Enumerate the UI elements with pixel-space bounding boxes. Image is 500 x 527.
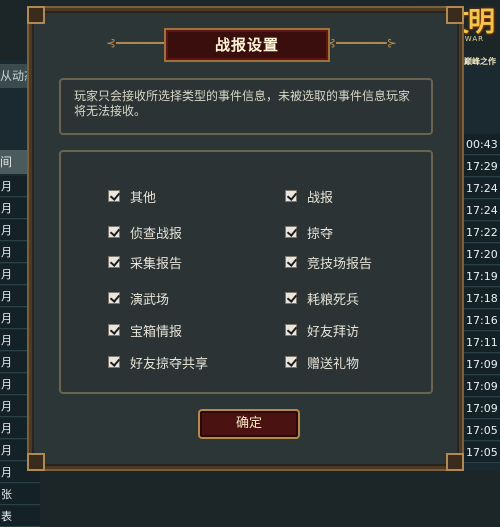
report-option[interactable]: 演武场	[108, 290, 170, 308]
report-option[interactable]: 赠送礼物	[285, 354, 360, 372]
option-label: 其他	[130, 190, 157, 206]
report-option[interactable]: 好友掠夺共享	[108, 354, 209, 372]
report-option[interactable]: 采集报告	[108, 254, 183, 272]
right-panel-time: 17:05	[464, 442, 500, 463]
option-label: 好友拜访	[307, 324, 360, 340]
option-label: 采集报告	[130, 256, 183, 272]
right-panel-time: 17:18	[464, 288, 500, 309]
right-panel-time: 17:11	[464, 332, 500, 353]
left-panel-row: 表	[0, 506, 40, 527]
report-option[interactable]: 耗粮死兵	[285, 290, 360, 308]
option-checkbox[interactable]	[285, 292, 297, 304]
report-option[interactable]: 宝箱情报	[108, 322, 183, 340]
title-right-scroll-ornament: ⊰━━━━━━━⊱	[326, 36, 397, 50]
report-type-options-panel: 其他侦查战报采集报告演武场宝箱情报好友掠夺共享 战报掠夺竞技场报告耗粮死兵好友拜…	[59, 150, 433, 394]
option-label: 耗粮死兵	[307, 292, 360, 308]
option-label: 赠送礼物	[307, 356, 360, 372]
option-label: 宝箱情报	[130, 324, 183, 340]
dialog-title-plate: 战报设置	[164, 28, 330, 62]
report-option[interactable]: 竞技场报告	[285, 254, 373, 272]
option-checkbox[interactable]	[108, 324, 120, 336]
right-panel-time: 17:09	[464, 354, 500, 375]
dialog-title: 战报设置	[214, 36, 279, 54]
report-option[interactable]: 其他	[108, 188, 157, 206]
option-label: 掠夺	[307, 226, 334, 242]
option-checkbox[interactable]	[285, 256, 297, 268]
frame-corner-ornament	[27, 6, 45, 24]
confirm-button[interactable]: 确定	[198, 409, 300, 439]
right-panel-time: 17:24	[464, 178, 500, 199]
option-checkbox[interactable]	[285, 226, 297, 238]
option-checkbox[interactable]	[285, 324, 297, 336]
frame-corner-ornament	[446, 6, 464, 24]
description-panel: 玩家只会接收所选择类型的事件信息，未被选取的事件信息玩家将无法接收。	[59, 78, 433, 135]
option-checkbox[interactable]	[108, 256, 120, 268]
right-panel-time: 17:19	[464, 266, 500, 287]
option-checkbox[interactable]	[285, 190, 297, 202]
option-label: 战报	[307, 190, 334, 206]
option-checkbox[interactable]	[108, 356, 120, 368]
right-panel-time: 17:16	[464, 310, 500, 331]
option-checkbox[interactable]	[108, 190, 120, 202]
right-panel-time: 17:24	[464, 200, 500, 221]
report-option[interactable]: 战报	[285, 188, 334, 206]
report-option[interactable]: 好友拜访	[285, 322, 360, 340]
right-panel-time: 17:09	[464, 376, 500, 397]
report-option[interactable]: 掠夺	[285, 224, 334, 242]
background-right-panel: 00:43 17:29 17:24 17:24 17:22 17:20 17:19 17:18…	[464, 60, 500, 471]
right-panel-time: 17:09	[464, 398, 500, 419]
option-label: 好友掠夺共享	[130, 356, 209, 372]
description-text: 玩家只会接收所选择类型的事件信息，未被选取的事件信息玩家将无法接收。	[74, 89, 411, 118]
right-panel-time: 17:05	[464, 420, 500, 441]
right-panel-time: 00:43	[464, 134, 500, 155]
option-label: 竞技场报告	[307, 256, 373, 272]
right-panel-time: 17:22	[464, 222, 500, 243]
option-label: 演武场	[130, 292, 170, 308]
option-checkbox[interactable]	[108, 226, 120, 238]
report-option[interactable]: 侦查战报	[108, 224, 183, 242]
frame-corner-ornament	[27, 453, 45, 471]
right-panel-time: 17:20	[464, 244, 500, 265]
left-panel-row: 张	[0, 484, 40, 505]
option-checkbox[interactable]	[108, 292, 120, 304]
frame-corner-ornament	[446, 453, 464, 471]
option-checkbox[interactable]	[285, 356, 297, 368]
option-label: 侦查战报	[130, 226, 183, 242]
right-panel-time: 17:29	[464, 156, 500, 177]
